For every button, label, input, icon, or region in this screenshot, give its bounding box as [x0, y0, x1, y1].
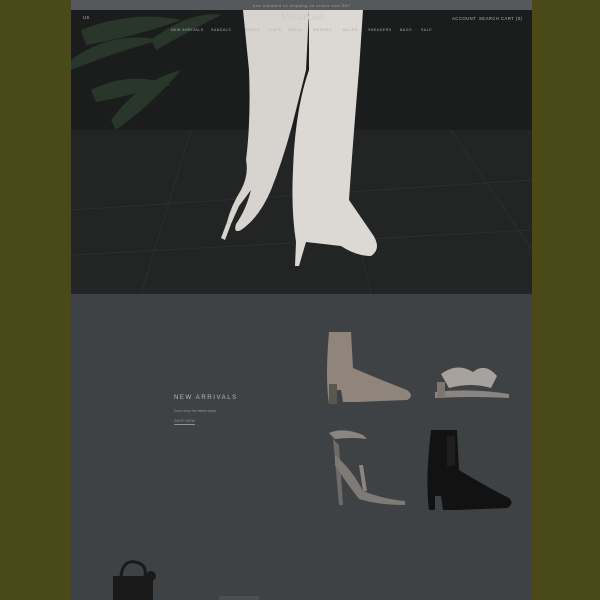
- site-logo[interactable]: Vivarosa: [281, 12, 325, 23]
- announcement-text: free standard us shipping on orders over…: [252, 2, 351, 8]
- nav-item-sneakers[interactable]: SNEAKERS: [368, 28, 392, 32]
- product-snake-mule[interactable]: [431, 358, 515, 402]
- nav-item-new-arrivals[interactable]: NEW ARRIVALS: [171, 28, 204, 32]
- nav-item-wedges[interactable]: WEDGES: [313, 28, 332, 32]
- nav-item-mules[interactable]: MULES: [343, 28, 358, 32]
- nav-item-sandals[interactable]: SANDALS: [211, 28, 231, 32]
- collection-subtitle: Don't miss the latest styles: [174, 409, 217, 413]
- search-link[interactable]: SEARCH: [479, 16, 499, 21]
- product-black-chelsea[interactable]: [421, 426, 517, 512]
- announcement-bar: free standard us shipping on orders over…: [71, 0, 532, 10]
- hero-image: [71, 10, 532, 294]
- cart-link[interactable]: CART (0): [501, 16, 523, 21]
- collection-title: NEW ARRIVALS: [174, 395, 238, 401]
- nav-item-flats[interactable]: FLATS: [268, 28, 281, 32]
- nav-item-heels[interactable]: HEELS: [288, 28, 302, 32]
- nav-item-bags[interactable]: BAGS: [400, 28, 412, 32]
- product-taupe-bootie[interactable]: [321, 328, 421, 408]
- country-selector[interactable]: US: [83, 15, 90, 20]
- product-snake-heel[interactable]: [323, 425, 413, 510]
- hero-banner[interactable]: [71, 10, 532, 294]
- account-link[interactable]: ACCOUNT: [452, 16, 476, 21]
- product-black-bag[interactable]: [109, 558, 159, 600]
- partial-product-thumb: [219, 596, 259, 600]
- nav-item-boots[interactable]: BOOTS: [245, 28, 260, 32]
- nav-item-sale[interactable]: SALE: [421, 28, 432, 32]
- page: free standard us shipping on orders over…: [71, 0, 532, 600]
- main-nav: NEW ARRIVALS SANDALS BOOTS FLATS HEELS W…: [171, 28, 441, 34]
- shop-now-link[interactable]: SHOP NOW: [174, 419, 196, 425]
